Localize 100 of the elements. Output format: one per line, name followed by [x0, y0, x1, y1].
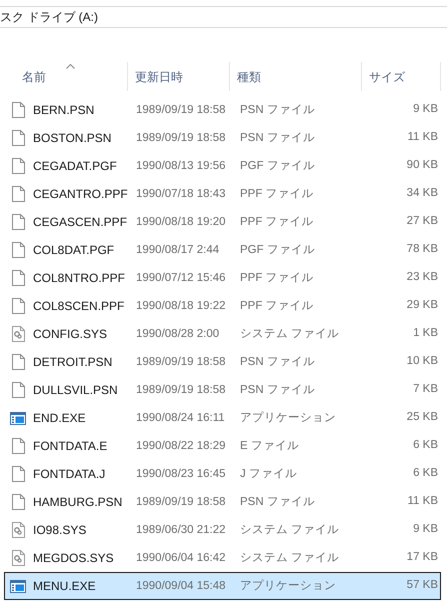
- file-row[interactable]: FONTDATA.J 1990/08/23 16:45 J ファイル 6 KB: [4, 460, 441, 488]
- file-name: HAMBURG.PSN: [33, 494, 122, 511]
- file-row[interactable]: IO98.SYS 1989/06/30 21:22 システム ファイル 9 KB: [4, 516, 441, 544]
- file-name: CEGANTRO.PPF: [33, 186, 128, 203]
- file-size: 23 KB: [406, 270, 438, 286]
- file-type: PPF ファイル: [240, 216, 314, 228]
- file-type: システム ファイル: [240, 524, 340, 536]
- modified-date: 1989/06/30 21:22: [136, 524, 226, 536]
- application-window-icon: [10, 412, 26, 424]
- file-type: E ファイル: [240, 440, 299, 452]
- file-type: PPF ファイル: [240, 272, 314, 284]
- file-name: MENU.EXE: [33, 578, 96, 595]
- file-size: 25 KB: [406, 410, 438, 426]
- file-type: PSN ファイル: [240, 132, 315, 144]
- file-name: FONTDATA.E: [33, 438, 108, 455]
- file-row[interactable]: COL8DAT.PGF 1990/08/17 2:44 PGF ファイル 78 KB: [4, 236, 441, 264]
- file-row[interactable]: FONTDATA.E 1990/08/22 18:29 E ファイル 6 KB: [4, 432, 441, 460]
- file-type: システム ファイル: [240, 552, 340, 564]
- document-icon: [12, 466, 24, 482]
- file-size: 1 KB: [413, 326, 438, 342]
- document-icon: [12, 186, 24, 202]
- gear-document-icon: [12, 326, 24, 342]
- file-name: COL8NTRO.PPF: [33, 270, 126, 287]
- file-row[interactable]: BERN.PSN 1989/09/19 18:58 PSN ファイル 9 KB: [4, 96, 441, 124]
- modified-date: 1990/08/18 19:20: [136, 216, 226, 228]
- modified-date: 1990/08/24 16:11: [136, 412, 225, 424]
- file-size: 29 KB: [406, 298, 438, 314]
- file-row[interactable]: HAMBURG.PSN 1989/09/19 18:58 PSN ファイル 11 KB: [4, 488, 441, 516]
- document-icon: [12, 130, 24, 146]
- file-row[interactable]: MENU.EXE 1990/09/04 15:48 アプリケーション 57 KB: [4, 572, 441, 600]
- file-row[interactable]: BOSTON.PSN 1989/09/19 18:58 PSN ファイル 11 KB: [4, 124, 441, 152]
- file-size: 78 KB: [406, 242, 438, 258]
- column-header[interactable]: 種類: [230, 62, 362, 91]
- file-name: BERN.PSN: [33, 102, 94, 119]
- file-row[interactable]: COL8NTRO.PPF 1990/07/12 15:46 PPF ファイル 23 KB: [4, 264, 441, 292]
- file-row[interactable]: CEGADAT.PGF 1990/08/13 19:56 PGF ファイル 90 KB: [4, 152, 441, 180]
- file-type: J ファイル: [240, 468, 297, 480]
- file-row[interactable]: COL8SCEN.PPF 1990/08/18 19:22 PPF ファイル 29 KB: [4, 292, 441, 320]
- modified-date: 1990/08/23 16:45: [136, 468, 226, 480]
- file-type: PSN ファイル: [240, 384, 315, 396]
- document-icon: [12, 242, 24, 258]
- file-name: COL8DAT.PGF: [33, 242, 114, 259]
- modified-date: 1989/09/19 18:58: [136, 132, 226, 144]
- file-size: 7 KB: [413, 382, 438, 398]
- file-size: 9 KB: [413, 522, 438, 538]
- gear-document-icon: [12, 522, 24, 538]
- file-size: 34 KB: [406, 186, 438, 202]
- document-icon: [12, 382, 24, 398]
- application-window-icon: [10, 580, 26, 592]
- modified-date: 1990/08/18 19:22: [136, 300, 226, 312]
- file-name: CEGASCEN.PPF: [33, 214, 128, 231]
- document-icon: [12, 102, 24, 118]
- modified-date: 1990/09/04 15:48: [136, 580, 226, 592]
- document-icon: [12, 270, 24, 286]
- document-icon: [12, 438, 24, 454]
- file-size: 9 KB: [413, 102, 438, 118]
- modified-date: 1989/09/19 18:58: [136, 356, 226, 368]
- sort-ascending-icon: [66, 64, 75, 69]
- file-name: CEGADAT.PGF: [33, 158, 117, 175]
- file-row[interactable]: MEGDOS.SYS 1990/06/04 16:42 システム ファイル 17 KB: [4, 544, 441, 572]
- file-type: PPF ファイル: [240, 300, 314, 312]
- modified-date: 1990/08/28 2:00: [136, 328, 220, 340]
- modified-date: 1990/08/17 2:44: [136, 244, 220, 256]
- modified-date: 1990/07/12 15:46: [136, 272, 226, 284]
- document-icon: [12, 158, 24, 174]
- document-icon: [12, 214, 24, 230]
- file-type: PPF ファイル: [240, 188, 314, 200]
- file-row[interactable]: DULLSVIL.PSN 1989/09/19 18:58 PSN ファイル 7 KB: [4, 376, 441, 404]
- file-size: 6 KB: [413, 466, 438, 482]
- file-type: アプリケーション: [240, 580, 336, 592]
- file-row[interactable]: CEGANTRO.PPF 1990/07/18 18:43 PPF ファイル 34 KB: [4, 180, 441, 208]
- file-row[interactable]: DETROIT.PSN 1989/09/19 18:58 PSN ファイル 10 KB: [4, 348, 441, 376]
- file-row[interactable]: END.EXE 1990/08/24 16:11 アプリケーション 25 KB: [4, 404, 441, 432]
- document-icon: [12, 494, 24, 510]
- file-size: 17 KB: [406, 550, 438, 566]
- file-name: END.EXE: [33, 410, 86, 427]
- modified-date: 1990/08/22 18:29: [136, 440, 226, 452]
- file-size: 11 KB: [408, 130, 438, 146]
- column-header[interactable]: 名前: [10, 62, 128, 91]
- file-size: 27 KB: [406, 214, 438, 230]
- file-size: 11 KB: [408, 494, 438, 510]
- modified-date: 1989/09/19 18:58: [136, 496, 226, 508]
- file-name: BOSTON.PSN: [33, 130, 112, 147]
- file-row[interactable]: CONFIG.SYS 1990/08/28 2:00 システム ファイル 1 KB: [4, 320, 441, 348]
- file-type: PGF ファイル: [240, 244, 315, 256]
- document-icon: [12, 298, 24, 314]
- document-icon: [12, 354, 24, 370]
- column-header[interactable]: サイズ: [362, 62, 441, 91]
- file-type: アプリケーション: [240, 412, 336, 424]
- file-row[interactable]: CEGASCEN.PPF 1990/08/18 19:20 PPF ファイル 27 KB: [4, 208, 441, 236]
- file-type: システム ファイル: [240, 328, 340, 340]
- modified-date: 1990/06/04 16:42: [136, 552, 226, 564]
- address-bar[interactable]: スク ドライブ (A:): [0, 6, 447, 28]
- file-name: COL8SCEN.PPF: [33, 298, 124, 315]
- file-name: MEGDOS.SYS: [33, 550, 114, 567]
- file-size: 6 KB: [413, 438, 438, 454]
- column-header[interactable]: 更新日時: [128, 62, 230, 91]
- file-name: CONFIG.SYS: [33, 326, 108, 343]
- modified-date: 1990/08/13 19:56: [136, 160, 226, 172]
- file-name: DETROIT.PSN: [33, 354, 112, 371]
